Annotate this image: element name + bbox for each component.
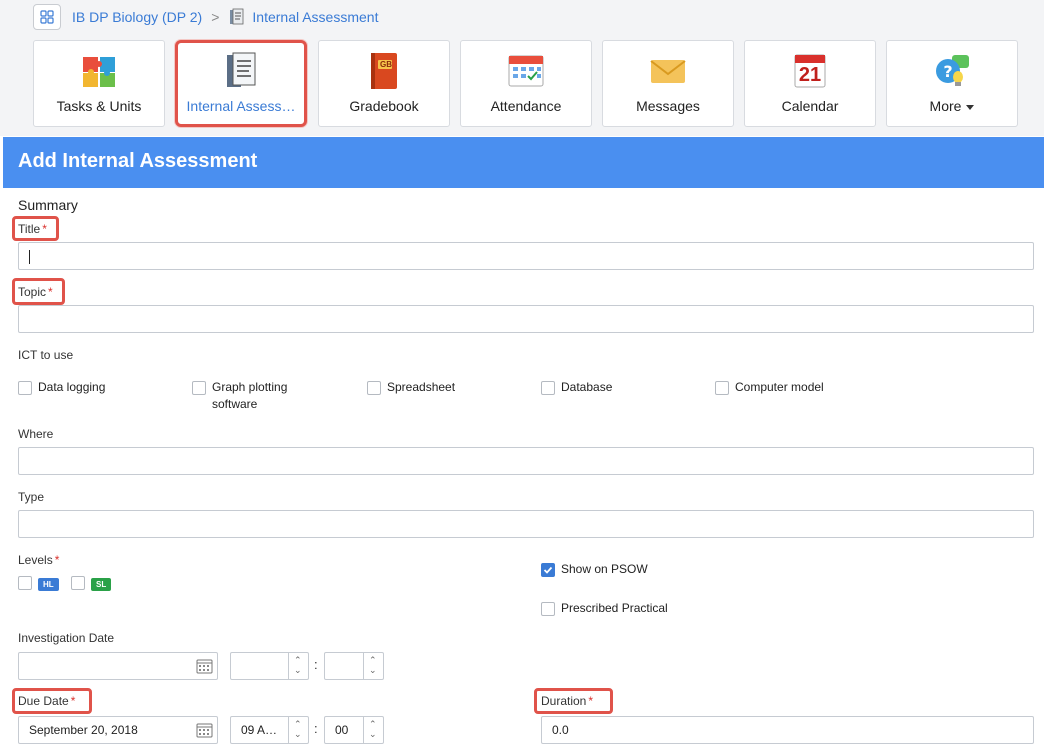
- text-cursor: [29, 249, 30, 264]
- svg-text:?: ?: [943, 62, 952, 81]
- tile-label: Attendance: [490, 98, 562, 114]
- ict-graph-plotting-label: Graph plotting software: [212, 380, 288, 411]
- investigation-hour-input[interactable]: ⌃ ⌄: [230, 652, 309, 680]
- due-date-input[interactable]: September 20, 2018: [18, 716, 218, 744]
- attendance-calendar-icon: [506, 51, 546, 91]
- ict-spreadsheet-label: Spreadsheet: [387, 380, 456, 394]
- topic-input[interactable]: [18, 305, 1034, 333]
- duration-value: 0.0: [552, 723, 569, 737]
- tile-messages[interactable]: Messages: [602, 40, 734, 127]
- due-minute-value: 00: [335, 723, 349, 737]
- grid-icon: [40, 10, 54, 24]
- gradebook-icon: GB: [364, 51, 404, 91]
- type-input[interactable]: [18, 510, 1034, 538]
- calendar-picker-icon[interactable]: [196, 722, 213, 741]
- chevron-down-icon[interactable]: ⌄: [294, 730, 302, 739]
- chevron-up-icon[interactable]: ⌃: [294, 656, 302, 665]
- tile-more-menu[interactable]: ? More: [886, 40, 1018, 127]
- summary-heading: Summary: [18, 197, 78, 213]
- due-hour-value: 09 A…: [241, 723, 278, 737]
- tile-attendance[interactable]: Attendance: [460, 40, 592, 127]
- tile-tasks-units[interactable]: Tasks & Units: [33, 40, 165, 127]
- tile-label: Internal Assess…: [186, 98, 296, 114]
- duration-label: Duration *: [541, 694, 594, 708]
- chevron-up-icon[interactable]: ⌃: [294, 720, 302, 729]
- where-input[interactable]: [18, 447, 1034, 475]
- chevron-up-icon[interactable]: ⌃: [369, 656, 377, 665]
- type-label: Type: [18, 490, 45, 504]
- puzzle-icon: [79, 51, 119, 91]
- ict-computer-model-checkbox[interactable]: [715, 381, 729, 395]
- more-label: More: [929, 98, 962, 114]
- tile-label: More: [887, 98, 1017, 114]
- level-sl-badge: SL: [91, 578, 112, 591]
- course-navigation-bar: IB DP Biology (DP 2) > Internal Assessme…: [0, 0, 1044, 136]
- level-hl-badge: HL: [38, 578, 59, 591]
- breadcrumb-separator: >: [211, 9, 220, 25]
- ict-label: ICT to use: [18, 348, 74, 362]
- ict-computer-model-label: Computer model: [735, 380, 824, 394]
- ict-data-logging-checkbox[interactable]: [18, 381, 32, 395]
- due-date-value: September 20, 2018: [29, 723, 138, 737]
- tile-calendar[interactable]: 21 Calendar: [744, 40, 876, 127]
- investigation-minute-input[interactable]: ⌃ ⌄: [324, 652, 384, 680]
- tile-label: Messages: [636, 98, 700, 114]
- levels-label: Levels *: [18, 553, 60, 567]
- course-menu-button[interactable]: [33, 4, 61, 30]
- chevron-up-icon[interactable]: ⌃: [369, 720, 377, 729]
- topic-label: Topic *: [18, 285, 53, 299]
- show-on-psow-label: Show on PSOW: [561, 562, 648, 576]
- book-icon: [228, 8, 246, 26]
- chevron-down-icon[interactable]: ⌄: [294, 666, 302, 675]
- prescribed-practical-checkbox[interactable]: [541, 602, 555, 616]
- form-heading: Add Internal Assessment: [3, 137, 1044, 188]
- envelope-icon: [648, 51, 688, 91]
- chevron-down-icon[interactable]: ⌄: [369, 666, 377, 675]
- breadcrumb-course-link[interactable]: IB DP Biology (DP 2): [72, 9, 202, 25]
- tile-label: Gradebook: [349, 98, 419, 114]
- chevron-down-icon[interactable]: ⌄: [369, 730, 377, 739]
- tile-label: Tasks & Units: [56, 98, 142, 114]
- ict-database-label: Database: [561, 380, 613, 394]
- calendar-icon: 21: [790, 51, 830, 91]
- ict-spreadsheet-checkbox[interactable]: [367, 381, 381, 395]
- tile-gradebook[interactable]: GB Gradebook: [318, 40, 450, 127]
- calendar-day: 21: [798, 64, 822, 86]
- duration-input[interactable]: 0.0: [541, 716, 1034, 744]
- ict-graph-plotting-checkbox[interactable]: [192, 381, 206, 395]
- calendar-picker-icon[interactable]: [196, 658, 213, 677]
- hour-stepper[interactable]: ⌃ ⌄: [288, 717, 308, 743]
- where-label: Where: [18, 427, 54, 441]
- document-icon: [221, 51, 261, 91]
- tile-internal-assessment[interactable]: Internal Assess…: [175, 40, 307, 127]
- title-label: Title *: [18, 222, 47, 236]
- minute-stepper[interactable]: ⌃ ⌄: [363, 717, 383, 743]
- due-minute-input[interactable]: 00 ⌃ ⌄: [324, 716, 384, 744]
- level-sl-checkbox[interactable]: [71, 576, 85, 590]
- hour-stepper[interactable]: ⌃ ⌄: [288, 653, 308, 679]
- tile-label: Calendar: [781, 98, 839, 114]
- help-chat-icon: ?: [932, 51, 972, 91]
- time-separator: :: [314, 721, 318, 736]
- show-on-psow-checkbox[interactable]: [541, 563, 555, 577]
- due-date-label: Due Date *: [18, 694, 76, 708]
- ict-data-logging-label: Data logging: [38, 380, 106, 394]
- prescribed-practical-label: Prescribed Practical: [561, 601, 668, 615]
- breadcrumb: IB DP Biology (DP 2) > Internal Assessme…: [33, 4, 378, 30]
- breadcrumb-current-page[interactable]: Internal Assessment: [252, 9, 378, 25]
- investigation-date-input[interactable]: [18, 652, 218, 680]
- gradebook-badge: GB: [380, 60, 392, 69]
- ict-database-checkbox[interactable]: [541, 381, 555, 395]
- caret-down-icon: [966, 104, 975, 110]
- title-input[interactable]: [18, 242, 1034, 270]
- minute-stepper[interactable]: ⌃ ⌄: [363, 653, 383, 679]
- due-hour-input[interactable]: 09 A… ⌃ ⌄: [230, 716, 309, 744]
- checkmark-icon: [543, 566, 553, 574]
- investigation-date-label: Investigation Date: [18, 631, 115, 645]
- time-separator: :: [314, 657, 318, 672]
- level-hl-checkbox[interactable]: [18, 576, 32, 590]
